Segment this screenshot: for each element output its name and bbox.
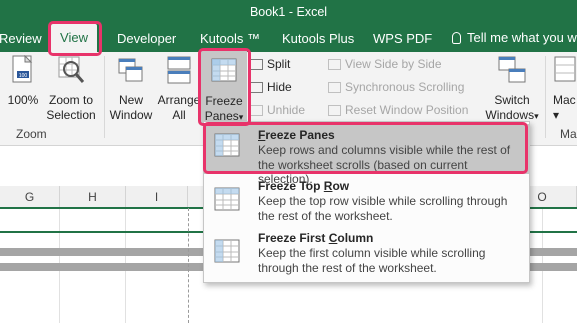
hide-label: Hide [267,80,292,94]
freeze-top-row-icon [214,187,240,211]
zoom-100-button[interactable]: 100 100% [4,54,42,108]
arrange-all-icon [167,56,191,84]
menu-item-freeze-top-row[interactable]: Freeze Top Row Keep the top row visible … [204,175,529,227]
column-header-G[interactable]: G [0,186,60,208]
unhide-icon [250,105,263,116]
reset-window-position-label: Reset Window Position [345,103,469,117]
svg-text:100: 100 [19,73,28,79]
tab-kutools-plus[interactable]: Kutools Plus [282,31,354,46]
new-window-icon [118,58,143,82]
split-icon [250,59,263,70]
annotation-highlight-view-tab [48,21,102,56]
zoom-group-label: Zoom [16,127,47,141]
synchronous-scrolling-button[interactable]: Synchronous Scrolling [328,80,464,94]
annotation-highlight-freeze-panes-item [203,122,528,174]
magnifier-icon [58,56,85,83]
freeze-first-column-item-title: Freeze First Column [258,231,374,245]
hide-button[interactable]: Hide [250,80,292,94]
tab-kutools[interactable]: Kutools ™ [200,31,260,46]
view-side-by-side-button[interactable]: View Side by Side [328,57,442,71]
tab-developer[interactable]: Developer [117,31,176,46]
new-window-line1: New [118,93,143,107]
macros-line1: Mac [553,93,576,107]
macros-line2: ▾ [553,108,560,122]
zoom-to-selection-line2: Selection [46,108,96,122]
lightbulb-icon [452,32,461,44]
freeze-first-column-icon [214,239,240,263]
sync-scroll-icon [328,82,341,93]
group-separator [104,56,105,138]
split-button[interactable]: Split [250,57,290,71]
new-window-line2: Window [109,108,153,122]
annotation-highlight-freeze-panes [198,48,251,126]
tell-me-label: Tell me what you wa [467,30,577,45]
macros-button[interactable]: Mac ▾ [553,55,577,123]
menu-item-freeze-first-column[interactable]: Freeze First Column Keep the first colum… [204,227,529,279]
freeze-top-row-item-desc: Keep the top row visible while scrolling… [258,194,508,223]
switch-windows-caret-icon: ▾ [534,111,539,121]
arrange-all-button[interactable]: Arrange All [156,55,202,123]
zoom-100-label: 100% [7,93,39,107]
freeze-top-row-item-title: Freeze Top Row [258,179,350,193]
macros-group-label: Mac [560,127,577,141]
side-by-side-icon [328,59,341,70]
column-header-I[interactable]: I [126,186,188,208]
arrange-all-line2: All [172,108,186,122]
view-side-by-side-label: View Side by Side [345,57,442,71]
switch-windows-icon [498,56,526,83]
freeze-first-column-item-desc: Keep the first column visible while scro… [258,246,486,275]
tab-review[interactable]: Review [0,31,42,46]
tell-me-box[interactable]: Tell me what you wa [452,30,577,45]
switch-windows-line1: Switch [494,93,530,107]
tab-wps-pdf[interactable]: WPS PDF [373,31,432,46]
window-title: Book1 - Excel [249,5,328,19]
split-label: Split [267,57,291,71]
unhide-label: Unhide [267,103,306,117]
zoom-to-selection-button[interactable]: Zoom to Selection [45,55,97,123]
hide-icon [250,82,263,93]
switch-windows-button[interactable]: Switch Windows▾ [483,55,541,124]
reset-window-icon [328,105,341,116]
page-break-line [188,208,189,323]
arrange-all-line1: Arrange [157,93,201,107]
zoom-100-icon: 100 [12,54,33,83]
new-window-button[interactable]: New Window [107,55,155,123]
unhide-button[interactable]: Unhide [250,103,305,117]
reset-window-position-button[interactable]: Reset Window Position [328,103,468,117]
column-header-H[interactable]: H [60,186,126,208]
macros-icon [554,56,576,82]
group-separator [545,56,546,138]
zoom-to-selection-line1: Zoom to [48,93,93,107]
synchronous-scrolling-label: Synchronous Scrolling [345,80,465,94]
